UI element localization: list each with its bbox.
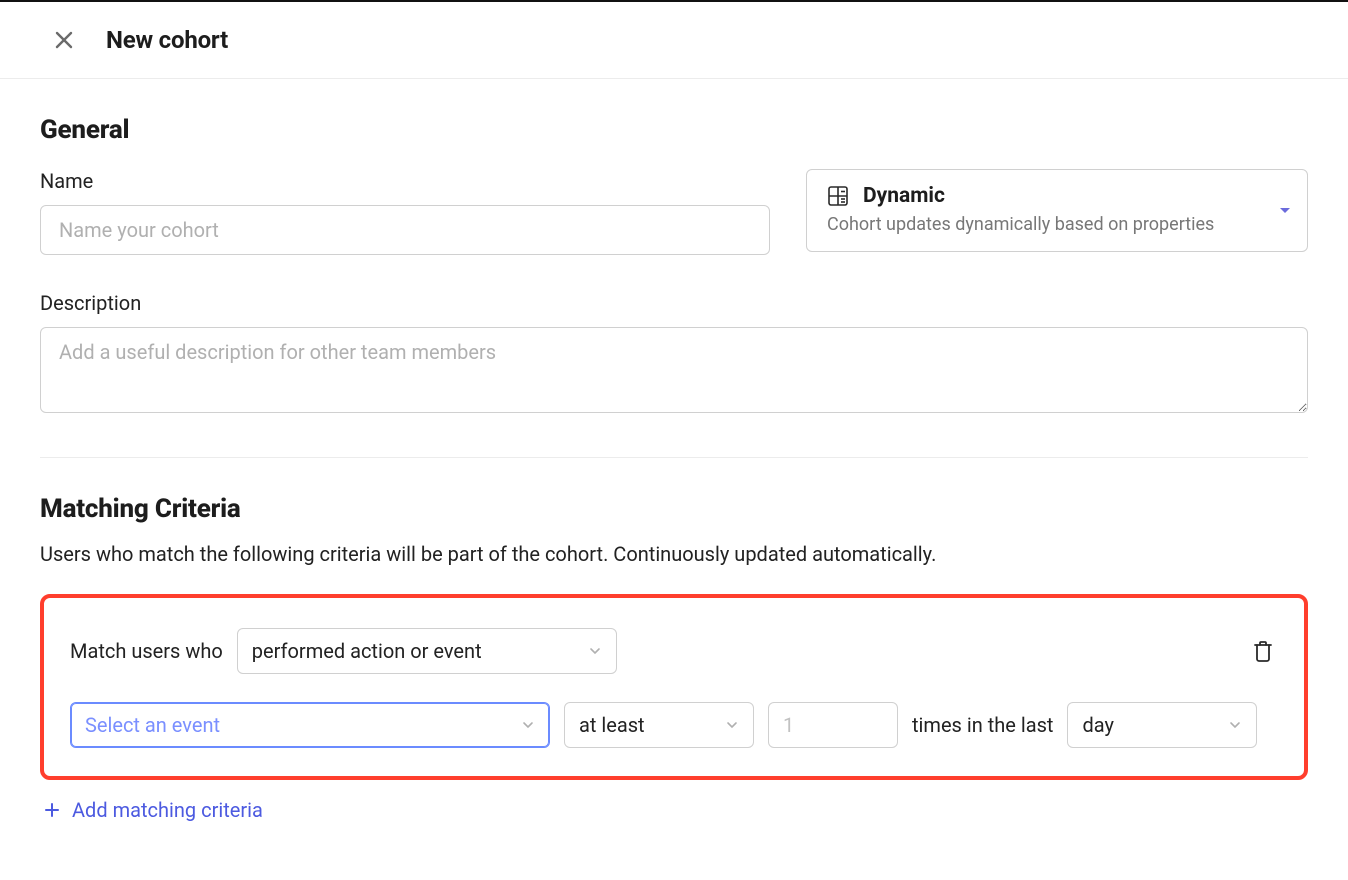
matching-section-title: Matching Criteria <box>40 494 1308 524</box>
cohort-type-selector[interactable]: Dynamic Cohort updates dynamically based… <box>806 169 1308 252</box>
add-criteria-button[interactable]: Add matching criteria <box>40 798 263 822</box>
description-textarea[interactable] <box>40 327 1308 413</box>
chevron-down-icon <box>588 644 602 658</box>
chevron-down-icon <box>725 718 739 732</box>
criteria-group: Match users who performed action or even… <box>40 594 1308 780</box>
general-row: Name Dynamic Cohort updates dynamica <box>40 169 1308 255</box>
matching-section-description: Users who match the following criteria w… <box>40 542 1308 566</box>
event-select[interactable]: Select an event <box>70 702 550 748</box>
name-input[interactable] <box>40 205 770 255</box>
section-divider <box>40 457 1308 458</box>
trash-icon <box>1253 640 1273 662</box>
chevron-down-icon <box>1228 718 1242 732</box>
plus-icon <box>44 802 60 818</box>
name-field-group: Name <box>40 169 770 255</box>
times-label: times in the last <box>912 713 1053 737</box>
criteria-row-1: Match users who performed action or even… <box>70 628 1278 674</box>
add-criteria-label: Add matching criteria <box>72 798 263 822</box>
name-label: Name <box>40 169 770 193</box>
operator-select-value: at least <box>579 713 645 737</box>
delete-criteria-button[interactable] <box>1248 636 1278 666</box>
close-button[interactable] <box>50 26 78 54</box>
period-select[interactable]: day <box>1067 702 1257 748</box>
criteria-row-2: Select an event at least times in the la… <box>70 702 1278 748</box>
action-type-select-value: performed action or event <box>252 639 482 663</box>
action-type-select[interactable]: performed action or event <box>237 628 617 674</box>
calculator-icon <box>827 185 849 207</box>
cohort-type-head: Dynamic <box>827 184 1287 208</box>
match-users-label: Match users who <box>70 639 223 663</box>
operator-select[interactable]: at least <box>564 702 754 748</box>
chevron-down-icon <box>521 718 535 732</box>
content: General Name Dynamic <box>0 79 1348 822</box>
cohort-type-title: Dynamic <box>863 184 945 208</box>
close-icon <box>54 30 74 50</box>
cohort-type-description: Cohort updates dynamically based on prop… <box>827 214 1287 235</box>
event-select-placeholder: Select an event <box>85 713 220 737</box>
header: New cohort <box>0 2 1348 79</box>
count-input[interactable] <box>768 702 898 748</box>
page-title: New cohort <box>106 26 228 54</box>
description-label: Description <box>40 291 1308 315</box>
general-section-title: General <box>40 115 1308 145</box>
period-select-value: day <box>1082 713 1113 737</box>
dropdown-caret-icon <box>1279 207 1291 215</box>
description-field-group: Description <box>40 291 1308 417</box>
